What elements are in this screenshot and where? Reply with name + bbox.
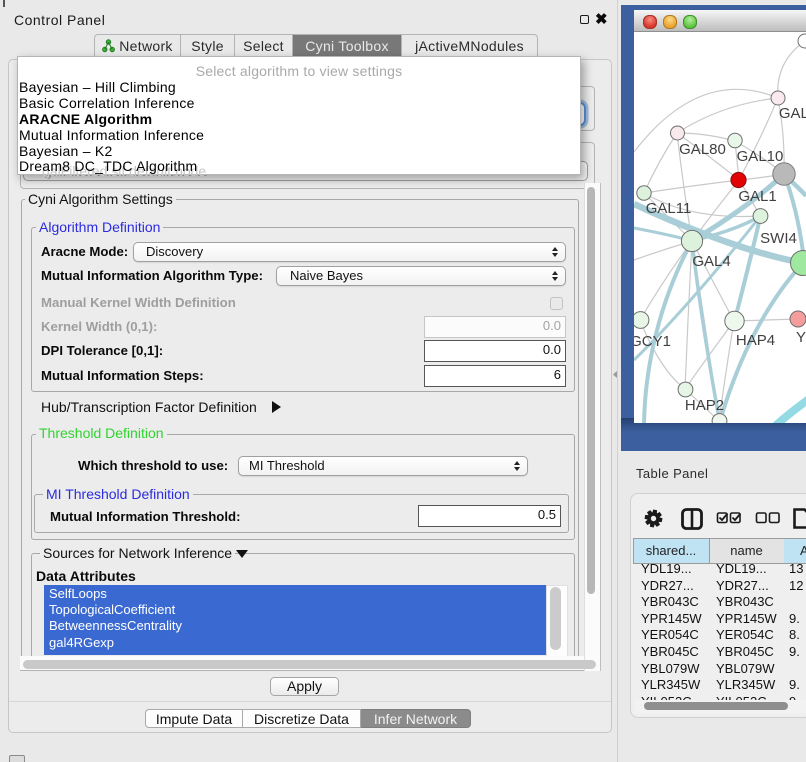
svg-text:SWI4: SWI4 [760,230,797,247]
svg-text:GAL4: GAL4 [692,253,730,270]
svg-text:HAP4: HAP4 [736,332,775,349]
svg-text:GAL1: GAL1 [738,188,776,205]
svg-text:HAP2: HAP2 [685,397,724,414]
svg-text:GAL80: GAL80 [679,141,726,158]
svg-text:GCY1: GCY1 [634,333,671,350]
svg-text:GAL10: GAL10 [737,148,784,165]
svg-text:Y: Y [796,329,806,346]
svg-text:GAL7: GAL7 [779,105,806,122]
svg-text:GAL11: GAL11 [646,200,692,217]
